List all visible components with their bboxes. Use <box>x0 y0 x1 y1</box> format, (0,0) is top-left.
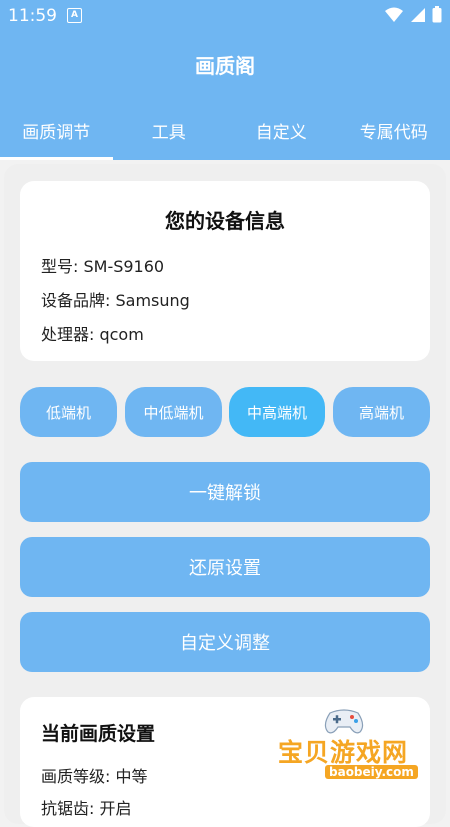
tab-exclusive-code[interactable]: 专属代码 <box>338 100 450 160</box>
device-model: 型号: SM-S9160 <box>41 253 164 277</box>
tab-label: 专属代码 <box>360 118 428 143</box>
device-processor: 处理器: qcom <box>41 321 144 345</box>
battery-icon <box>432 6 442 23</box>
custom-adjust-button[interactable]: 自定义调整 <box>20 612 430 672</box>
device-info-heading: 您的设备信息 <box>20 205 430 234</box>
tab-label: 自定义 <box>256 118 307 143</box>
unlock-button[interactable]: 一键解锁 <box>20 462 430 522</box>
tier-label: 低端机 <box>46 402 91 423</box>
watermark-url: baobeiy.com <box>325 765 418 779</box>
status-time: 11:59 <box>8 6 57 26</box>
tier-mid-high-button[interactable]: 中高端机 <box>229 387 325 437</box>
tier-label: 高端机 <box>359 402 404 423</box>
watermark-logo: 宝贝游戏网 baobeiy.com <box>270 705 450 790</box>
status-bar: 11:59 A <box>0 0 450 32</box>
tab-tools[interactable]: 工具 <box>113 100 226 160</box>
tab-bar: 画质调节 工具 自定义 专属代码 <box>0 100 450 160</box>
system-icons <box>384 6 442 23</box>
tab-custom[interactable]: 自定义 <box>225 100 338 160</box>
tier-label: 中低端机 <box>143 402 203 423</box>
tier-mid-low-button[interactable]: 中低端机 <box>125 387 222 437</box>
signal-icon <box>410 7 426 23</box>
app-title: 画质阁 <box>0 32 450 100</box>
watermark-title: 宝贝游戏网 <box>278 733 408 769</box>
gamepad-icon <box>322 707 366 735</box>
tier-low-end-button[interactable]: 低端机 <box>20 387 117 437</box>
current-extra: 抗锯齿: 开启 <box>41 795 131 819</box>
current-settings-heading: 当前画质设置 <box>41 719 155 746</box>
device-info-card: 您的设备信息 型号: SM-S9160 设备品牌: Samsung 处理器: q… <box>20 181 430 361</box>
device-brand: 设备品牌: Samsung <box>41 287 190 311</box>
restore-label: 还原设置 <box>189 554 261 580</box>
restore-button[interactable]: 还原设置 <box>20 537 430 597</box>
tier-label: 中高端机 <box>247 402 307 423</box>
app-bar: 画质阁 <box>0 32 450 100</box>
tier-high-end-button[interactable]: 高端机 <box>333 387 430 437</box>
unlock-label: 一键解锁 <box>189 479 261 505</box>
current-quality: 画质等级: 中等 <box>41 763 147 787</box>
tab-label: 画质调节 <box>22 118 90 143</box>
tab-quality-adjust[interactable]: 画质调节 <box>0 100 113 160</box>
custom-adjust-label: 自定义调整 <box>180 629 270 655</box>
wifi-icon <box>384 7 404 23</box>
tab-label: 工具 <box>152 118 186 143</box>
notification-icon: A <box>67 8 82 23</box>
